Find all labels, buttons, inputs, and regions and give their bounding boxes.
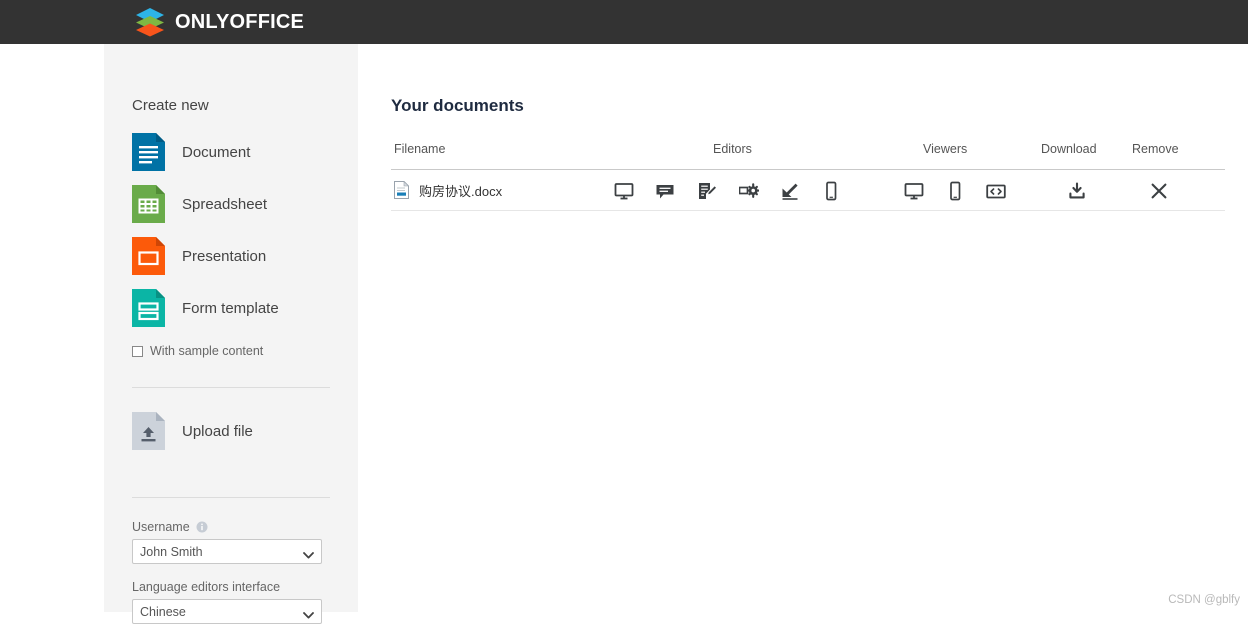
create-form-template-item[interactable]: Form template (132, 286, 330, 330)
upload-file-icon (132, 412, 165, 450)
column-header-filename: Filename (394, 142, 446, 156)
fill-form-editor-icon[interactable] (780, 181, 800, 201)
create-form-template-label: Form template (182, 299, 279, 317)
sidebar-divider-top (132, 387, 330, 388)
username-value: John Smith (140, 544, 203, 559)
documents-table: Filename Editors Viewers Download Remove (391, 142, 1225, 211)
docx-file-icon (394, 180, 410, 199)
chevron-down-icon (303, 548, 314, 559)
embedded-viewer-icon[interactable] (986, 181, 1006, 201)
sidebar: Create new Document Spreadsheet Presenta… (104, 44, 358, 624)
column-header-viewers: Viewers (923, 142, 968, 156)
username-label-row: Username (132, 520, 330, 534)
presentation-icon (132, 237, 165, 275)
table-row: 购房协议.docx (391, 170, 1225, 211)
info-icon[interactable] (196, 521, 208, 533)
upload-file-label: Upload file (182, 422, 253, 440)
create-spreadsheet-item[interactable]: Spreadsheet (132, 182, 330, 226)
with-sample-content-label: With sample content (150, 344, 264, 358)
form-template-icon (132, 289, 165, 327)
brand-logo[interactable]: ONLYOFFICE (134, 7, 304, 37)
upload-file-button[interactable]: Upload file (132, 412, 330, 450)
language-label: Language editors interface (132, 580, 281, 594)
create-spreadsheet-label: Spreadsheet (182, 195, 268, 213)
document-icon (132, 133, 165, 171)
with-sample-content-row[interactable]: With sample content (132, 344, 330, 358)
page-layout: Create new Document Spreadsheet Presenta… (0, 44, 1248, 624)
create-presentation-item[interactable]: Presentation (132, 234, 330, 278)
review-editor-icon[interactable] (697, 181, 717, 201)
desktop-editor-icon[interactable] (614, 181, 634, 201)
brand-name: ONLYOFFICE (175, 10, 305, 33)
onlyoffice-layers-logo-icon (134, 7, 166, 37)
main-content: Your documents Filename Editors Viewers … (358, 44, 1248, 612)
column-header-remove: Remove (1132, 142, 1179, 156)
left-gutter (0, 44, 104, 612)
create-new-heading: Create new (132, 97, 209, 114)
column-header-download: Download (1041, 142, 1097, 156)
watermark: CSDN @gblfy (1168, 594, 1240, 606)
sidebar-divider-bottom (132, 497, 330, 498)
remove-x-icon[interactable] (1149, 181, 1169, 201)
page-title: Your documents (391, 96, 524, 115)
top-bar: ONLYOFFICE (0, 0, 1248, 44)
spreadsheet-icon (132, 185, 165, 223)
comment-editor-icon[interactable] (655, 181, 675, 201)
create-presentation-label: Presentation (182, 247, 267, 265)
desktop-viewer-icon[interactable] (904, 181, 924, 201)
file-name-cell[interactable]: 购房协议.docx (394, 170, 502, 210)
create-new-list: Document Spreadsheet Presentation Form t… (132, 130, 330, 330)
table-header-row: Filename Editors Viewers Download Remove (391, 142, 1225, 169)
column-header-editors: Editors (713, 142, 752, 156)
create-document-label: Document (182, 143, 251, 161)
create-document-item[interactable]: Document (132, 130, 330, 174)
mobile-viewer-icon[interactable] (945, 181, 965, 201)
custom-settings-editor-icon[interactable] (739, 181, 759, 201)
download-icon[interactable] (1067, 181, 1087, 201)
with-sample-content-checkbox[interactable] (132, 345, 143, 357)
username-select[interactable]: John Smith (132, 539, 322, 564)
file-name-text: 购房协议.docx (419, 183, 503, 199)
username-label: Username (132, 520, 190, 534)
mobile-editor-icon[interactable] (821, 181, 841, 201)
